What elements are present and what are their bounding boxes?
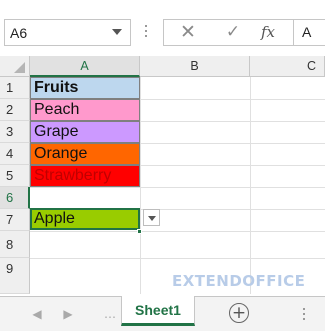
cell-a1[interactable]: Fruits <box>30 77 140 99</box>
scroll-tabs-left-icon[interactable]: ◀ <box>30 306 44 322</box>
column-header-b[interactable]: B <box>140 56 250 77</box>
row-header-8[interactable]: 8 <box>0 231 30 258</box>
row-header-5[interactable]: 5 <box>0 165 30 187</box>
row-header-9[interactable]: 9 <box>0 258 30 294</box>
select-all-icon <box>14 62 25 73</box>
cell-a6-active[interactable]: Apple <box>30 208 140 230</box>
sheet-tab-sheet1[interactable]: Sheet1 <box>121 296 195 326</box>
watermark-logo: EXTENDOFFICE <box>172 272 306 290</box>
row-header-6[interactable]: 6 <box>0 187 30 209</box>
row-header-3[interactable]: 3 <box>0 121 30 143</box>
cell-a2[interactable]: Peach <box>30 99 140 121</box>
name-box-value: A6 <box>10 25 28 41</box>
column-header-a[interactable]: A <box>30 56 140 77</box>
more-vertical-icon[interactable] <box>303 308 306 322</box>
cell-a3[interactable]: Grape <box>30 121 140 143</box>
validation-dropdown-button[interactable] <box>143 209 160 226</box>
row-header-2[interactable]: 2 <box>0 99 30 121</box>
enter-check-icon[interactable]: ✓ <box>222 21 244 43</box>
sheet-tab-bar: ◀ ▶ … Sheet1 + <box>0 296 325 331</box>
formula-input-value: A <box>302 24 312 40</box>
cancel-icon[interactable]: ✕ <box>177 21 199 43</box>
add-sheet-icon[interactable]: + <box>229 303 249 323</box>
row-header-1[interactable]: 1 <box>0 77 30 99</box>
formula-bar: A6 ✕ ✓ fx A <box>0 0 325 50</box>
chevron-down-icon <box>148 216 156 221</box>
more-vertical-icon[interactable] <box>145 25 148 40</box>
insert-function-icon[interactable]: fx <box>261 21 285 43</box>
more-tabs-icon[interactable]: … <box>104 307 116 321</box>
cell-a5[interactable]: Strawberry <box>30 165 140 187</box>
scroll-tabs-right-icon[interactable]: ▶ <box>61 306 75 322</box>
formula-input[interactable]: A <box>293 19 325 46</box>
fill-handle[interactable] <box>137 229 142 234</box>
chevron-down-icon[interactable] <box>112 29 122 35</box>
select-all-corner[interactable] <box>0 56 30 77</box>
row-header-4[interactable]: 4 <box>0 143 30 165</box>
cell-a4[interactable]: Orange <box>30 143 140 165</box>
column-header-c[interactable]: C <box>250 56 325 77</box>
row-header-7[interactable]: 7 <box>0 209 30 231</box>
name-box[interactable]: A6 <box>4 19 131 46</box>
